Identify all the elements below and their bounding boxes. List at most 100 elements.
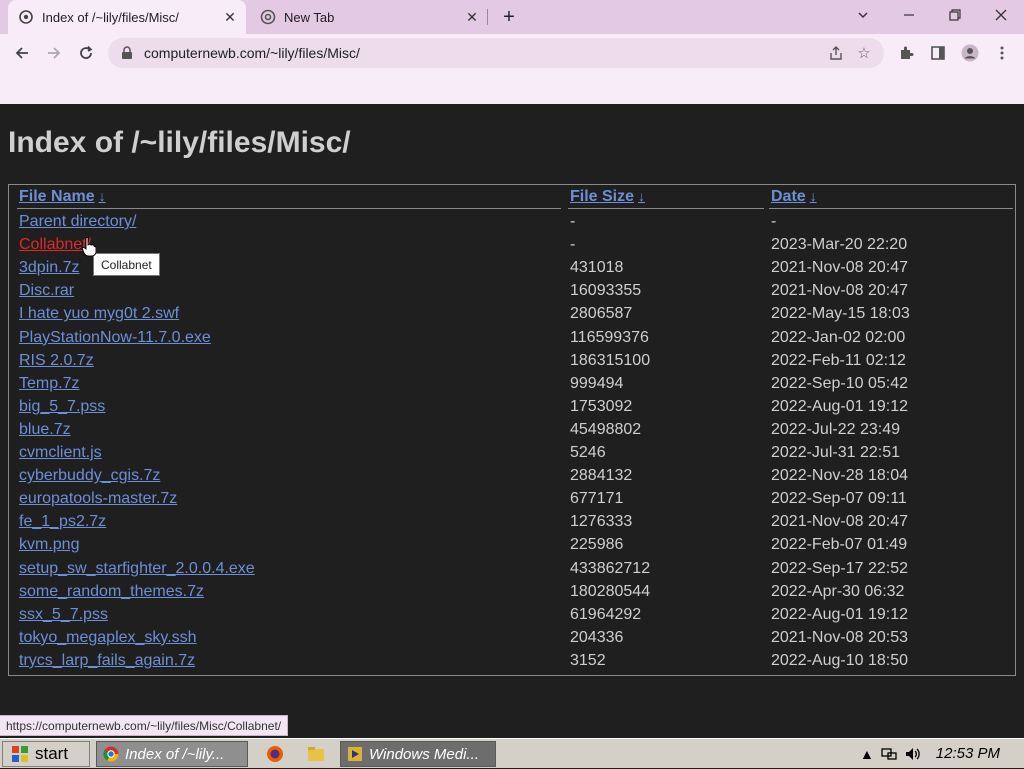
minimize-icon[interactable]	[886, 0, 932, 30]
file-link[interactable]: setup_sw_starfighter_2.0.0.4.exe	[19, 560, 255, 578]
file-link[interactable]: 3dpin.7z	[19, 259, 80, 277]
tab-title: New Tab	[284, 9, 335, 25]
address-bar[interactable]: computernewb.com/~lily/files/Misc/ ☆	[108, 38, 884, 68]
file-link[interactable]: ssx_5_7.pss	[19, 606, 108, 624]
file-link[interactable]: cvmclient.js	[19, 444, 102, 462]
file-size: 2884132	[570, 467, 633, 485]
table-row: 3dpin.7z 431018 2021-Nov-08 20:47	[9, 257, 1015, 280]
file-link[interactable]: I hate yuo myg0t 2.swf	[19, 305, 179, 323]
reload-icon[interactable]	[74, 41, 98, 65]
file-explorer-icon[interactable]	[307, 745, 325, 763]
menu-kebab-icon[interactable]	[990, 41, 1014, 65]
table-row: tokyo_megaplex_sky.ssh 204336 2021-Nov-08 …	[9, 627, 1015, 650]
volume-icon[interactable]	[904, 745, 922, 763]
table-row: RIS 2.0.7z 186315100 2022-Feb-11 02:12	[9, 350, 1015, 373]
forward-arrow-icon[interactable]	[42, 41, 66, 65]
table-row: some_random_themes.7z 180280544 2022-Apr-3…	[9, 581, 1015, 604]
taskbar-button-label: Windows Medi...	[369, 745, 479, 763]
table-row: ssx_5_7.pss 61964292 2022-Aug-01 19:12	[9, 604, 1015, 627]
file-link[interactable]: europatools-master.7z	[19, 490, 177, 508]
sort-arrow-icon[interactable]: ↓	[810, 188, 817, 204]
file-date: 2021-Nov-08 20:47	[771, 282, 908, 300]
file-size: 431018	[570, 259, 624, 277]
taskbar-button-chrome[interactable]: Index of /~lily...	[96, 741, 248, 767]
file-size: 999494	[570, 374, 624, 392]
windows-logo-icon	[12, 746, 28, 762]
sort-arrow-icon[interactable]: ↓	[99, 188, 106, 204]
close-tab-icon[interactable]: ✕	[220, 7, 240, 27]
link-tooltip: Collabnet	[93, 253, 160, 276]
file-link[interactable]: fe_1_ps2.7z	[19, 513, 106, 531]
close-tab-icon[interactable]: ✕	[462, 7, 482, 27]
sort-by-name-link[interactable]: File Name	[19, 188, 95, 205]
column-header-file-size[interactable]: File Size ↓	[570, 188, 645, 206]
table-row: Temp.7z 999494 2022-Sep-10 05:42	[9, 373, 1015, 396]
file-size: 180280544	[570, 582, 651, 600]
file-date: 2021-Nov-08 20:47	[771, 513, 908, 531]
tab-index[interactable]: Index of /~lily/files/Misc/ ✕	[8, 0, 246, 34]
taskbar: start Index of /~lily... Windows Medi...…	[0, 738, 1024, 768]
file-size: -	[570, 236, 576, 254]
firefox-icon[interactable]	[266, 745, 284, 763]
hand-cursor-icon	[82, 237, 96, 257]
side-panel-icon[interactable]	[926, 41, 950, 65]
url-text[interactable]: computernewb.com/~lily/files/Misc/	[144, 45, 822, 61]
file-link[interactable]: RIS 2.0.7z	[19, 352, 94, 370]
file-link[interactable]: trycs_larp_fails_again.7z	[19, 652, 195, 670]
file-link[interactable]: Disc.rar	[19, 282, 74, 300]
table-row: cvmclient.js 5246 2022-Jul-31 22:51	[9, 442, 1015, 465]
file-link[interactable]: blue.7z	[19, 421, 71, 439]
sort-arrow-icon[interactable]: ↓	[638, 188, 645, 204]
lock-icon[interactable]	[120, 46, 134, 60]
header-divider	[769, 208, 1013, 209]
column-header-date[interactable]: Date ↓	[771, 188, 817, 206]
taskbar-button-media-player[interactable]: Windows Medi...	[340, 741, 496, 767]
table-row: kvm.png 225986 2022-Feb-07 01:49	[9, 534, 1015, 557]
table-row: Parent directory/ - -	[9, 211, 1015, 234]
file-link[interactable]: Parent directory/	[19, 213, 136, 231]
file-size: 45498802	[570, 420, 642, 438]
file-link[interactable]: kvm.png	[19, 536, 79, 554]
file-link[interactable]: cyberbuddy_cgis.7z	[19, 467, 160, 485]
file-link[interactable]: Collabnet/	[19, 236, 91, 254]
share-icon[interactable]	[822, 39, 850, 67]
page-content: Index of /~lily/files/Misc/ File Name ↓ F…	[0, 104, 1024, 738]
restore-icon[interactable]	[932, 0, 978, 30]
browser-toolbar: computernewb.com/~lily/files/Misc/ ☆	[0, 34, 1024, 72]
back-arrow-icon[interactable]	[10, 41, 34, 65]
start-button[interactable]: start	[2, 741, 90, 767]
network-icon[interactable]	[880, 745, 898, 763]
file-link[interactable]: big_5_7.pss	[19, 398, 105, 416]
file-size: 16093355	[570, 282, 642, 300]
close-window-icon[interactable]	[978, 0, 1024, 30]
sort-by-size-link[interactable]: File Size	[570, 188, 634, 205]
file-date: 2023-Mar-20 22:20	[771, 236, 908, 254]
file-date: 2022-Sep-07 09:11	[771, 490, 907, 508]
bookmark-star-icon[interactable]: ☆	[850, 39, 878, 67]
chrome-icon	[103, 746, 119, 762]
file-link[interactable]: tokyo_megaplex_sky.ssh	[19, 629, 197, 647]
taskbar-button-label: Index of /~lily...	[125, 745, 225, 763]
file-size: 3152	[570, 651, 606, 669]
extensions-puzzle-icon[interactable]	[894, 41, 918, 65]
file-size: 1753092	[570, 397, 633, 415]
file-link[interactable]: some_random_themes.7z	[19, 583, 204, 601]
file-size: -	[570, 213, 576, 230]
table-row: trycs_larp_fails_again.7z 3152 2022-Aug-10…	[9, 650, 1015, 673]
file-date: -	[771, 213, 777, 230]
new-tab-button[interactable]: +	[498, 6, 520, 28]
table-row: setup_sw_starfighter_2.0.0.4.exe 43386271…	[9, 558, 1015, 581]
file-link[interactable]: PlayStationNow-11.7.0.exe	[19, 329, 211, 347]
tab-new-tab[interactable]: New Tab ✕	[250, 0, 488, 34]
sort-by-date-link[interactable]: Date	[771, 188, 806, 205]
page-heading: Index of /~lily/files/Misc/	[8, 126, 351, 159]
table-row: big_5_7.pss 1753092 2022-Aug-01 19:12	[9, 396, 1015, 419]
column-header-file-name[interactable]: File Name ↓	[19, 188, 106, 206]
tab-search-icon[interactable]	[840, 0, 886, 30]
file-size: 116599376	[570, 328, 649, 346]
file-date: 2021-Nov-08 20:47	[771, 259, 908, 277]
table-row: I hate yuo myg0t 2.swf 2806587 2022-May-15…	[9, 303, 1015, 326]
show-hidden-icons[interactable]: ▲	[860, 739, 874, 769]
profile-avatar-icon[interactable]	[958, 41, 982, 65]
file-link[interactable]: Temp.7z	[19, 375, 79, 393]
